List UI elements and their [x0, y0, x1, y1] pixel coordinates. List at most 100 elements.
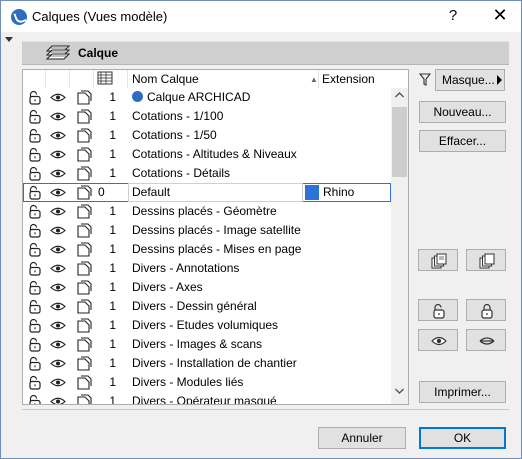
help-button[interactable]: ? — [443, 7, 463, 24]
stacked-pages-icon — [479, 253, 495, 269]
hide-all-button[interactable] — [466, 329, 506, 351]
table-row[interactable]: 1 Cotations - 1/100 — [23, 107, 391, 126]
wireframe-icon[interactable] — [76, 299, 92, 317]
eye-icon[interactable] — [50, 206, 66, 220]
eye-icon[interactable] — [50, 263, 66, 277]
eye-icon[interactable] — [50, 225, 66, 239]
table-row[interactable]: 1 Cotations - Altitudes & Niveaux — [23, 145, 391, 164]
table-row[interactable]: 1 Divers - Modules liés — [23, 373, 391, 392]
show-all-button[interactable] — [418, 329, 458, 351]
unlock-icon[interactable] — [27, 185, 43, 203]
eye-icon[interactable] — [50, 377, 66, 391]
eye-icon[interactable] — [50, 130, 66, 144]
wireframe-icon[interactable] — [76, 261, 92, 279]
cancel-button[interactable]: Annuler — [318, 427, 406, 449]
unlock-icon[interactable] — [27, 394, 43, 404]
wireframe-icon[interactable] — [76, 90, 92, 108]
wireframe-icon[interactable] — [76, 204, 92, 222]
lock-all-button[interactable] — [466, 299, 506, 321]
table-row[interactable]: 1 Cotations - Détails — [23, 164, 391, 183]
table-row[interactable]: 1 Dessins placés - Image satellite — [23, 221, 391, 240]
pen-pattern-icon[interactable] — [97, 71, 113, 85]
intersection-group-number[interactable]: 0 — [98, 185, 106, 199]
intersection-group-number: 1 — [109, 166, 116, 180]
table-row[interactable]: 1 Dessins placés - Mises en page — [23, 240, 391, 259]
wireframe-icon[interactable] — [76, 166, 92, 184]
eye-icon[interactable] — [50, 168, 66, 182]
filter-icon — [419, 73, 431, 86]
expand-layers-button[interactable] — [418, 249, 458, 271]
unlock-icon[interactable] — [27, 299, 43, 317]
intersection-group-number: 1 — [109, 128, 116, 142]
intersection-group-number: 1 — [109, 204, 116, 218]
vertical-scrollbar[interactable] — [391, 88, 408, 404]
wireframe-icon[interactable] — [76, 394, 92, 404]
table-row[interactable]: 1 Divers - Opérateur masqué — [23, 392, 391, 404]
panel-collapse-arrow-icon[interactable] — [5, 37, 13, 42]
unlock-icon[interactable] — [27, 318, 43, 336]
unlock-icon[interactable] — [27, 242, 43, 260]
unlock-icon[interactable] — [27, 204, 43, 222]
ok-button[interactable]: OK — [419, 427, 506, 449]
print-button[interactable]: Imprimer... — [419, 381, 506, 403]
table-row[interactable]: 1 Divers - Installation de chantier — [23, 354, 391, 373]
wireframe-icon[interactable] — [76, 337, 92, 355]
scroll-up-icon[interactable] — [395, 92, 404, 98]
table-row[interactable]: 1 Divers - Etudes volumiques — [23, 316, 391, 335]
table-row[interactable]: 0 Default Rhino — [23, 183, 391, 202]
wireframe-icon[interactable] — [76, 223, 92, 241]
table-row[interactable]: 1 Dessins placés - Géomètre — [23, 202, 391, 221]
intersection-group-number: 1 — [109, 299, 116, 313]
eye-icon[interactable] — [50, 320, 66, 334]
intersection-group-number: 1 — [109, 375, 116, 389]
table-row[interactable]: 1 Divers - Images & scans — [23, 335, 391, 354]
unlock-icon[interactable] — [27, 223, 43, 241]
wireframe-icon[interactable] — [76, 128, 92, 146]
wireframe-icon[interactable] — [76, 280, 92, 298]
wireframe-icon[interactable] — [76, 185, 92, 203]
unlock-icon[interactable] — [27, 375, 43, 393]
intersection-group-number: 1 — [109, 261, 116, 275]
unlock-icon[interactable] — [27, 147, 43, 165]
close-button[interactable]: ✕ — [489, 5, 511, 26]
column-header-extension[interactable]: Extension — [322, 72, 375, 86]
table-row[interactable]: 1 Divers - Dessin général — [23, 297, 391, 316]
mask-button[interactable]: Masque... — [435, 69, 505, 91]
unlock-icon[interactable] — [27, 280, 43, 298]
eye-icon[interactable] — [50, 92, 66, 106]
eye-icon[interactable] — [50, 301, 66, 315]
unlock-icon[interactable] — [27, 166, 43, 184]
wireframe-icon[interactable] — [76, 109, 92, 127]
wireframe-icon[interactable] — [76, 147, 92, 165]
eye-icon[interactable] — [50, 187, 66, 201]
wireframe-icon[interactable] — [76, 318, 92, 336]
eye-icon[interactable] — [50, 396, 66, 404]
unlock-icon[interactable] — [27, 261, 43, 279]
unlock-icon[interactable] — [27, 356, 43, 374]
wireframe-icon[interactable] — [76, 242, 92, 260]
wireframe-icon[interactable] — [76, 375, 92, 393]
table-row[interactable]: 1 Divers - Annotations — [23, 259, 391, 278]
eye-icon[interactable] — [50, 244, 66, 258]
wireframe-icon[interactable] — [76, 356, 92, 374]
eye-icon[interactable] — [50, 111, 66, 125]
new-button[interactable]: Nouveau... — [419, 101, 506, 123]
unlock-icon[interactable] — [27, 90, 43, 108]
scrollbar-thumb[interactable] — [392, 107, 407, 177]
collapse-layers-button[interactable] — [466, 249, 506, 271]
unlock-icon[interactable] — [27, 128, 43, 146]
table-row[interactable]: 1 Divers - Axes — [23, 278, 391, 297]
unlock-icon[interactable] — [27, 337, 43, 355]
scroll-down-icon[interactable] — [395, 388, 404, 394]
table-row[interactable]: 1 Calque ARCHICAD — [23, 88, 391, 107]
delete-button[interactable]: Effacer... — [419, 130, 506, 152]
eye-icon[interactable] — [50, 339, 66, 353]
layer-name[interactable]: Default — [132, 185, 170, 199]
table-row[interactable]: 1 Cotations - 1/50 — [23, 126, 391, 145]
eye-icon[interactable] — [50, 149, 66, 163]
unlock-all-button[interactable] — [418, 299, 458, 321]
column-header-name[interactable]: Nom Calque — [132, 72, 199, 86]
eye-icon[interactable] — [50, 282, 66, 296]
eye-icon[interactable] — [50, 358, 66, 372]
unlock-icon[interactable] — [27, 109, 43, 127]
